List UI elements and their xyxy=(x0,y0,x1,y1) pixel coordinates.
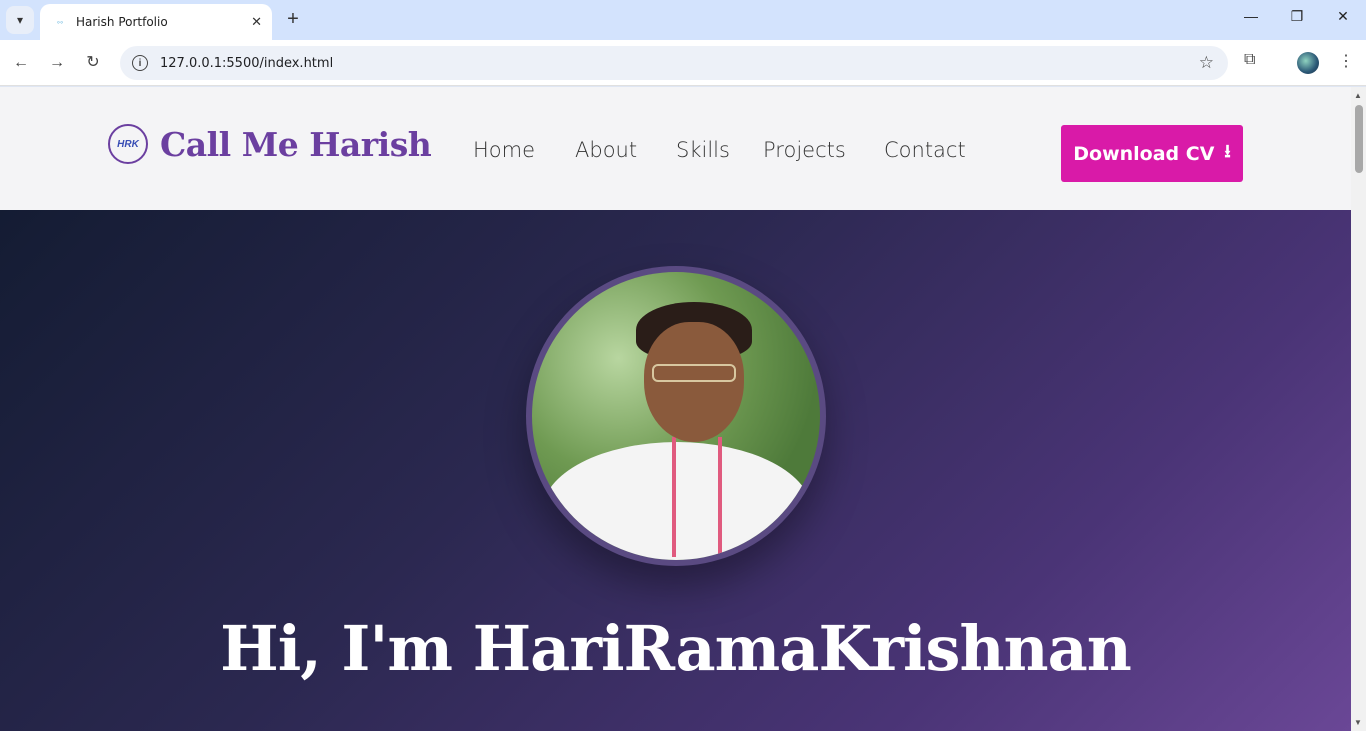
close-window-button[interactable]: ✕ xyxy=(1328,8,1358,25)
nav-projects[interactable]: Projects xyxy=(763,138,846,162)
hero-section: Hi, I'm HariRamaKrishnan xyxy=(0,210,1351,731)
logo[interactable]: HRK xyxy=(108,124,148,164)
profile-avatar[interactable] xyxy=(1297,52,1319,74)
restore-button[interactable]: ❐ xyxy=(1282,8,1312,25)
address-bar[interactable]: i 127.0.0.1:5500/index.html ☆ xyxy=(120,46,1228,80)
nav-skills[interactable]: Skills xyxy=(676,138,730,162)
scrollbar-thumb[interactable] xyxy=(1355,105,1363,173)
hero-heading: Hi, I'm HariRamaKrishnan xyxy=(220,612,1132,685)
profile-photo xyxy=(532,272,820,560)
download-cv-label: Download CV xyxy=(1073,142,1215,165)
page-viewport: HRK Call Me Harish Home About Skills Pro… xyxy=(0,87,1351,731)
download-icon: ⭳ xyxy=(1224,140,1231,162)
reload-button[interactable]: ↻ xyxy=(82,52,104,74)
nav-about[interactable]: About xyxy=(575,138,637,162)
site-header: HRK Call Me Harish Home About Skills Pro… xyxy=(0,87,1351,210)
close-tab-icon[interactable]: ✕ xyxy=(251,14,262,30)
scroll-down-icon[interactable]: ▼ xyxy=(1354,718,1362,727)
url-text: 127.0.0.1:5500/index.html xyxy=(160,55,334,71)
back-button[interactable]: ← xyxy=(10,52,32,74)
scroll-up-icon[interactable]: ▲ xyxy=(1354,91,1362,100)
download-cv-button[interactable]: Download CV ⭳ xyxy=(1061,125,1243,182)
browser-tab-strip: ▾ ◦◦ Harish Portfolio ✕ + — ❐ ✕ xyxy=(0,0,1366,40)
browser-toolbar: ← → ↻ i 127.0.0.1:5500/index.html ☆ ⧉ ⋮ xyxy=(0,40,1366,86)
logo-text: HRK xyxy=(117,138,139,150)
chevron-down-icon: ▾ xyxy=(16,13,24,27)
brand-name[interactable]: Call Me Harish xyxy=(160,125,432,164)
nav-contact[interactable]: Contact xyxy=(884,138,966,162)
extensions-icon[interactable]: ⧉ xyxy=(1244,51,1255,69)
tab-search-button[interactable]: ▾ xyxy=(6,6,34,34)
bookmark-star-icon[interactable]: ☆ xyxy=(1199,53,1214,73)
profile-photo-frame xyxy=(526,266,826,566)
tab-title: Harish Portfolio xyxy=(76,15,168,29)
favicon-icon: ◦◦ xyxy=(56,17,64,27)
page-scrollbar[interactable]: ▲ ▼ xyxy=(1351,87,1366,731)
site-info-icon[interactable]: i xyxy=(132,55,148,71)
browser-tab[interactable]: ◦◦ Harish Portfolio ✕ xyxy=(40,4,272,40)
more-menu-icon[interactable]: ⋮ xyxy=(1338,51,1354,71)
forward-button[interactable]: → xyxy=(46,52,68,74)
nav-home[interactable]: Home xyxy=(473,138,535,162)
new-tab-button[interactable]: + xyxy=(282,8,304,30)
minimize-button[interactable]: — xyxy=(1236,8,1266,24)
